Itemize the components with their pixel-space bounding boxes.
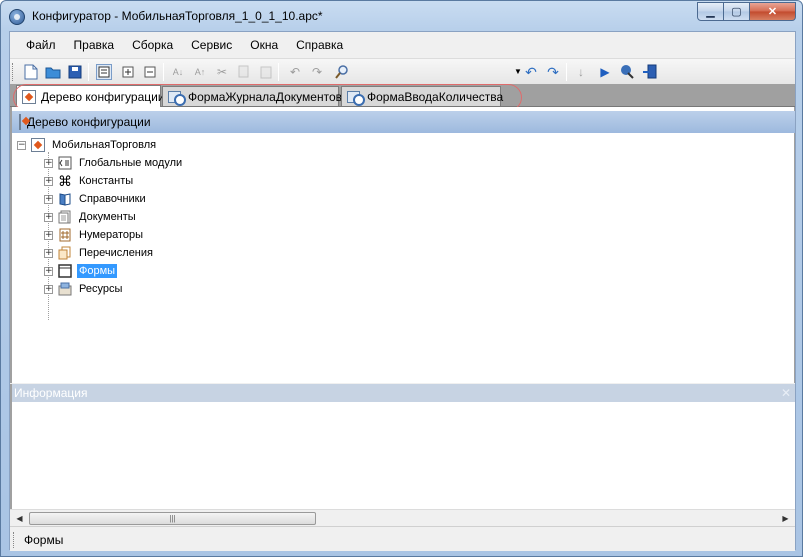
undo-icon[interactable]: ↶ — [287, 64, 303, 80]
window-controls: ▁ ▢ ✕ — [697, 2, 796, 21]
minimize-icon: ▁ — [706, 6, 715, 18]
config-tree-icon — [30, 137, 46, 153]
back-icon[interactable]: ↶ — [523, 64, 539, 80]
close-icon[interactable]: ✕ — [781, 384, 791, 402]
module-icon — [57, 155, 73, 171]
step-icon[interactable]: ↓ — [573, 64, 589, 80]
forward-icon[interactable]: ↷ — [545, 64, 561, 80]
tree-node-enums[interactable]: + Перечисления — [44, 244, 155, 262]
close-icon: ✕ — [767, 6, 778, 18]
tree-node-numerators[interactable]: + Нумераторы — [44, 226, 145, 244]
deploy-icon[interactable] — [642, 64, 658, 80]
tree-node-forms[interactable]: + Формы — [44, 262, 118, 280]
tree-node-label: Формы — [77, 264, 118, 278]
tree-node-label: Константы — [79, 175, 134, 187]
maximize-button[interactable]: ▢ — [724, 2, 750, 21]
window-title: Конфигуратор - МобильнаяТорговля_1_0_1_1… — [32, 9, 323, 23]
forms-icon — [57, 263, 73, 279]
enums-icon — [57, 245, 73, 261]
expand-toggle-icon[interactable]: + — [44, 176, 53, 186]
expand-toggle-icon[interactable]: + — [44, 158, 53, 168]
collapse-icon[interactable] — [142, 64, 158, 80]
cut-icon[interactable]: ✂ — [214, 64, 230, 80]
sort-asc-icon[interactable]: A↓ — [170, 64, 186, 80]
tree-node-label: Нумераторы — [79, 229, 144, 241]
catalog-icon — [57, 191, 73, 207]
collapse-toggle-icon[interactable]: − — [17, 140, 26, 150]
menu-service[interactable]: Сервис — [182, 32, 241, 58]
expand-toggle-icon[interactable]: + — [44, 284, 53, 294]
menu-build[interactable]: Сборка — [123, 32, 182, 58]
toolbar-grip[interactable] — [12, 63, 15, 81]
status-grip — [13, 532, 16, 548]
resources-icon — [57, 281, 73, 297]
sort-desc-icon[interactable]: A↑ — [192, 64, 208, 80]
horizontal-scrollbar[interactable]: ◀ ||| ▶ — [10, 509, 795, 526]
tree-node-constants[interactable]: + ⌘ Константы — [44, 172, 135, 190]
tree-node-label: Ресурсы — [79, 283, 123, 295]
tree-node-label: Документы — [79, 211, 136, 223]
numerators-icon — [57, 227, 73, 243]
menu-help[interactable]: Справка — [287, 32, 352, 58]
new-document-icon[interactable] — [23, 64, 39, 80]
info-panel-body[interactable] — [12, 402, 795, 509]
scroll-right-icon[interactable]: ▶ — [777, 511, 794, 526]
status-text: Формы — [24, 533, 64, 547]
expand-toggle-icon[interactable]: + — [44, 230, 53, 240]
title-bar[interactable]: Конфигуратор - МобильнаяТорговля_1_0_1_1… — [1, 1, 802, 31]
menu-file[interactable]: Файл — [17, 32, 65, 58]
toolbar-separator — [88, 63, 89, 81]
paste-icon[interactable] — [258, 64, 274, 80]
save-icon[interactable] — [67, 64, 83, 80]
maximize-icon: ▢ — [731, 6, 742, 18]
dropdown-icon[interactable]: ▼ — [514, 67, 522, 76]
info-panel-title: Информация — [14, 386, 88, 400]
copy-icon[interactable] — [236, 64, 252, 80]
run-icon[interactable]: ▶ — [597, 64, 613, 80]
tree-node-resources[interactable]: + Ресурсы — [44, 280, 124, 298]
app-icon[interactable] — [9, 9, 25, 25]
config-tree-panel: Дерево конфигурации − МобильнаяТорговля … — [10, 107, 795, 383]
tree-node-global-modules[interactable]: + Глобальные модули — [44, 154, 184, 172]
expand-icon[interactable] — [120, 64, 136, 80]
toolbar-separator — [163, 63, 164, 81]
toolbar: A↓ A↑ ✂ ↶ ↷ ▼ ↶ ↷ ↓ ▶ — [10, 58, 795, 84]
expand-toggle-icon[interactable]: + — [44, 212, 53, 222]
tree-panel-title: Дерево конфигурации — [27, 115, 151, 129]
expand-toggle-icon[interactable]: + — [44, 194, 53, 204]
menu-windows[interactable]: Окна — [241, 32, 287, 58]
info-panel-header: Информация ✕ — [12, 384, 795, 402]
search-icon[interactable] — [334, 64, 350, 80]
open-folder-icon[interactable] — [45, 64, 61, 80]
menu-edit[interactable]: Правка — [65, 32, 124, 58]
menu-bar: Файл Правка Сборка Сервис Окна Справка — [10, 32, 795, 58]
main-window: Конфигуратор - МобильнаяТорговля_1_0_1_1… — [0, 0, 803, 557]
tree-node-label: Перечисления — [79, 247, 153, 259]
client-area: Файл Правка Сборка Сервис Окна Справка A… — [9, 31, 796, 551]
status-bar: Формы — [10, 526, 795, 551]
tree-node-label: Справочники — [79, 193, 146, 205]
close-button[interactable]: ✕ — [750, 2, 796, 21]
scrollbar-thumb[interactable]: ||| — [29, 512, 316, 525]
documents-icon — [57, 209, 73, 225]
constants-icon: ⌘ — [58, 172, 72, 189]
tree-view-icon[interactable] — [96, 64, 112, 80]
tree-root-label: МобильнаяТорговля — [52, 139, 157, 151]
toolbar-separator — [278, 63, 279, 81]
expand-toggle-icon[interactable]: + — [44, 266, 53, 276]
redo-icon[interactable]: ↷ — [309, 64, 325, 80]
toolbar-separator — [566, 63, 567, 81]
debug-icon[interactable] — [619, 64, 635, 80]
minimize-button[interactable]: ▁ — [697, 2, 724, 21]
expand-toggle-icon[interactable]: + — [44, 248, 53, 258]
tree-node-catalogs[interactable]: + Справочники — [44, 190, 148, 208]
tree-node-documents[interactable]: + Документы — [44, 208, 138, 226]
config-tree-icon — [19, 114, 21, 130]
tree-root[interactable]: − МобильнаяТорговля — [17, 136, 158, 154]
tree-node-label: Глобальные модули — [79, 157, 183, 169]
tree-panel-header: Дерево конфигурации — [12, 111, 795, 133]
scroll-left-icon[interactable]: ◀ — [11, 511, 28, 526]
info-panel: Информация ✕ — [10, 384, 795, 509]
